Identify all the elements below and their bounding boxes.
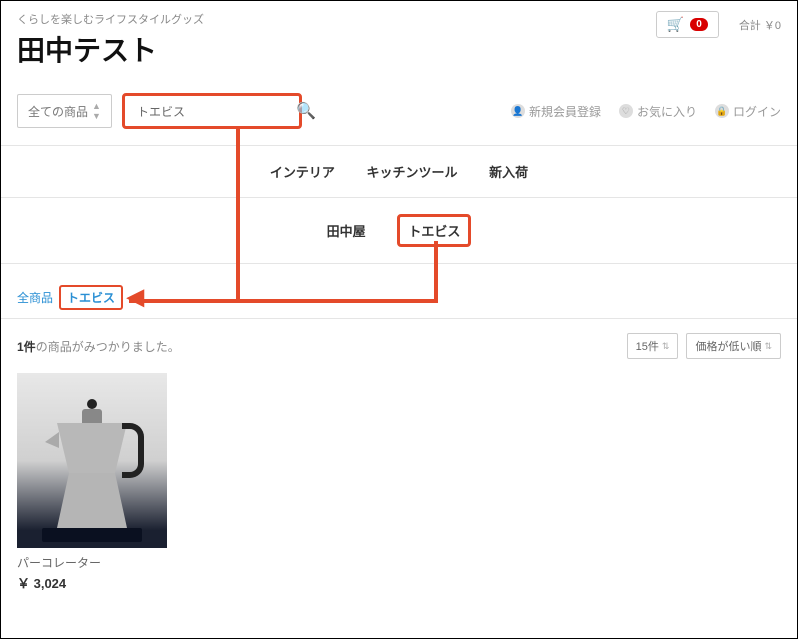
login-link[interactable]: 🔒 ログイン: [715, 103, 781, 120]
nav-new[interactable]: 新入荷: [489, 162, 528, 181]
breadcrumb-all[interactable]: 全商品: [17, 289, 53, 306]
category-select[interactable]: 全ての商品 ▲▼: [17, 94, 112, 128]
nav-interior[interactable]: インテリア: [270, 162, 335, 181]
user-icon: 👤: [511, 104, 525, 118]
category-select-label: 全ての商品: [28, 103, 88, 120]
search-box: 🔍: [122, 93, 302, 129]
product-name: パーコレーター: [17, 554, 781, 571]
annotation-arrow-icon: ◀: [127, 284, 144, 310]
register-label: 新規会員登録: [529, 103, 601, 120]
annotation-line: [129, 299, 437, 303]
annotation-line: [434, 241, 438, 303]
sort-select[interactable]: 価格が低い順⇅: [686, 333, 781, 359]
cart-total: 合計 ￥0: [739, 17, 781, 33]
product-image: [17, 373, 167, 548]
heart-icon: ♡: [619, 104, 633, 118]
register-link[interactable]: 👤 新規会員登録: [511, 103, 601, 120]
tagline: くらしを楽しむライフスタイルグッズ: [17, 11, 204, 27]
nav-kitchen[interactable]: キッチンツール: [366, 162, 457, 181]
login-label: ログイン: [733, 103, 781, 120]
favorites-link[interactable]: ♡ お気に入り: [619, 103, 697, 120]
breadcrumb-current: トエビス: [59, 285, 123, 310]
select-arrows-icon: ⇅: [764, 341, 772, 352]
favorites-label: お気に入り: [637, 103, 697, 120]
select-arrows-icon: ▲▼: [92, 101, 101, 121]
result-count: 1件の商品がみつかりました。: [17, 338, 180, 355]
cart-button[interactable]: 🛒 0: [656, 11, 719, 38]
site-title[interactable]: 田中テスト: [17, 29, 204, 69]
cart-icon: 🛒: [667, 16, 684, 33]
per-page-select[interactable]: 15件⇅: [627, 333, 679, 359]
product-card[interactable]: パーコレーター ￥ 3,024: [1, 373, 797, 592]
lock-icon: 🔒: [715, 104, 729, 118]
select-arrows-icon: ⇅: [662, 341, 670, 352]
search-icon[interactable]: 🔍: [296, 101, 316, 121]
product-price: ￥ 3,024: [17, 573, 781, 592]
annotation-line: [236, 127, 240, 303]
search-input[interactable]: [133, 100, 296, 122]
cart-count-badge: 0: [690, 18, 708, 31]
brand-tanaka[interactable]: 田中屋: [327, 221, 366, 240]
